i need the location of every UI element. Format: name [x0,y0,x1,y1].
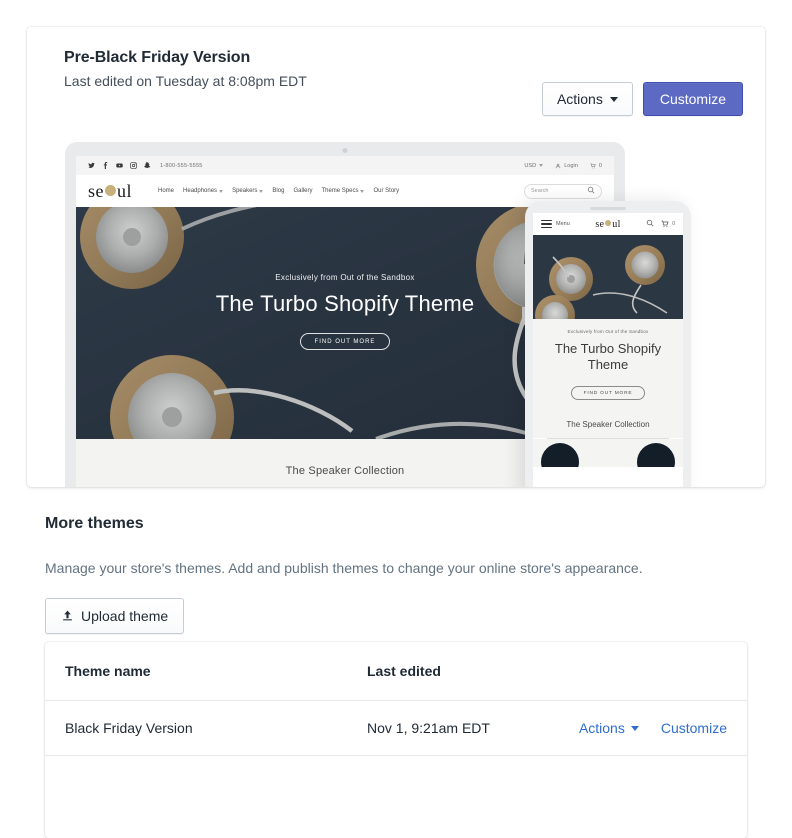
mobile-store-nav: Menu se ul 0 [533,213,683,235]
actions-button-label: Actions [556,91,603,107]
logo-circle-icon [605,219,612,226]
chevron-down-icon [630,725,639,731]
mobile-hero-cta-button[interactable]: FIND OUT MORE [570,385,646,400]
mobile-logo-part2: ul [612,218,621,230]
current-theme-header: Pre-Black Friday Version Last edited on … [27,27,765,89]
user-icon [555,163,561,168]
logo-circle-icon [105,184,116,196]
mobile-nav-right: 0 [646,219,675,229]
store-logo-part1: se [88,180,104,201]
nav-label: Our Story [373,188,400,194]
nav-item-headphones[interactable]: Headphones [183,188,224,194]
table-row: Black Friday Version Nov 1, 9:21am EDT A… [45,700,747,756]
mobile-cart-count: 0 [672,221,675,227]
mobile-cart-link[interactable]: 0 [661,220,675,228]
mobile-product-thumb[interactable] [541,442,579,467]
row-actions-button[interactable]: Actions [579,720,639,736]
chevron-down-icon [539,164,544,167]
login-link[interactable]: Login [555,163,578,169]
facebook-icon [103,162,108,169]
chevron-down-icon [259,189,264,193]
nav-label: Blog [272,188,285,194]
current-theme-actions: Actions Customize [541,82,743,116]
twitter-icon [88,162,95,168]
social-icons [88,162,151,169]
cart-link[interactable]: 0 [590,163,602,169]
store-nav-links: Home Headphones Speakers Blog Gallery Th… [158,188,399,194]
camera-dot-icon [342,148,348,153]
page-title: Pre-Black Friday Version [64,49,251,66]
nav-item-blog[interactable]: Blog [272,188,284,194]
nav-label: Theme Specs [321,188,359,194]
store-topbar-right: USD Login 0 [524,163,602,169]
chevron-down-icon [219,189,224,193]
hero-content: Exclusively from Out of the Sandbox The … [76,273,614,351]
mobile-product-row [533,438,683,467]
store-logo-part2: ul [117,180,133,201]
theme-preview: 1-800-555-5555 USD Login 0 se ul Home He… [27,127,765,487]
nav-label: Speakers [232,188,258,194]
themes-table-card: Theme name Last edited Black Friday Vers… [45,642,747,838]
youtube-icon [116,163,123,168]
search-icon[interactable] [646,219,654,229]
actions-button[interactable]: Actions [541,82,633,116]
nav-item-gallery[interactable]: Gallery [293,188,312,194]
mobile-logo-part1: se [595,218,605,230]
hero-kicker: Exclusively from Out of the Sandbox [275,273,415,282]
search-icon [587,186,595,196]
nav-label: Home [158,188,175,194]
last-edited-cell: Nov 1, 9:21am EDT [367,720,490,736]
currency-label: USD [524,162,537,169]
mobile-store-logo[interactable]: se ul [595,219,620,230]
cart-count: 0 [598,162,602,169]
nav-item-speakers[interactable]: Speakers [232,188,264,194]
hero-title: The Turbo Shopify Theme [215,291,475,316]
nav-item-our-story[interactable]: Our Story [373,188,399,194]
upload-icon [61,609,74,624]
store-phone: 1-800-555-5555 [160,162,203,169]
hero-cta-button[interactable]: FIND OUT MORE [299,333,391,351]
more-themes-heading: More themes [45,515,144,532]
column-header-theme-name: Theme name [65,663,151,679]
instagram-icon [130,162,137,169]
themes-page: Pre-Black Friday Version Last edited on … [0,0,792,838]
chevron-down-icon [360,189,365,193]
mobile-speaker-collection-heading: The Speaker Collection [533,413,683,438]
theme-name-cell: Black Friday Version [65,720,193,736]
customize-button[interactable]: Customize [642,82,743,116]
nav-label: Headphones [183,188,218,194]
customize-button-label: Customize [659,91,726,107]
upload-theme-button[interactable]: Upload theme [45,598,185,634]
upload-theme-label: Upload theme [81,608,169,624]
login-label: Login [564,162,578,169]
snapchat-icon [144,162,151,168]
row-actions: Actions Customize [579,720,727,736]
nav-item-home[interactable]: Home [158,188,174,194]
more-themes-description: Manage your store's themes. Add and publ… [45,560,643,576]
cart-icon [590,162,596,168]
nav-label: Gallery [293,188,313,194]
currency-selector[interactable]: USD [524,162,544,169]
row-customize-link[interactable]: Customize [661,720,727,736]
phone-speaker-icon [590,207,626,210]
upload-theme-wrap: Upload theme [45,598,765,634]
store-topbar: 1-800-555-5555 USD Login 0 [76,156,614,175]
store-search-input[interactable]: Search [524,183,602,199]
store-logo[interactable]: se ul [88,181,132,202]
mobile-product-thumb[interactable] [637,442,675,467]
current-theme-card: Pre-Black Friday Version Last edited on … [27,27,765,487]
hamburger-menu-icon[interactable] [541,219,552,229]
table-header-row: Theme name Last edited [45,642,747,700]
row-actions-label: Actions [578,720,625,736]
mobile-menu-label: Menu [556,221,570,227]
chevron-down-icon [609,96,618,102]
cart-icon [661,220,669,228]
search-placeholder: Search [531,188,549,194]
nav-item-theme-specs[interactable]: Theme Specs [321,188,365,194]
column-header-last-edited: Last edited [367,663,441,679]
more-themes-section: More themes Manage your store's themes. … [27,512,765,634]
